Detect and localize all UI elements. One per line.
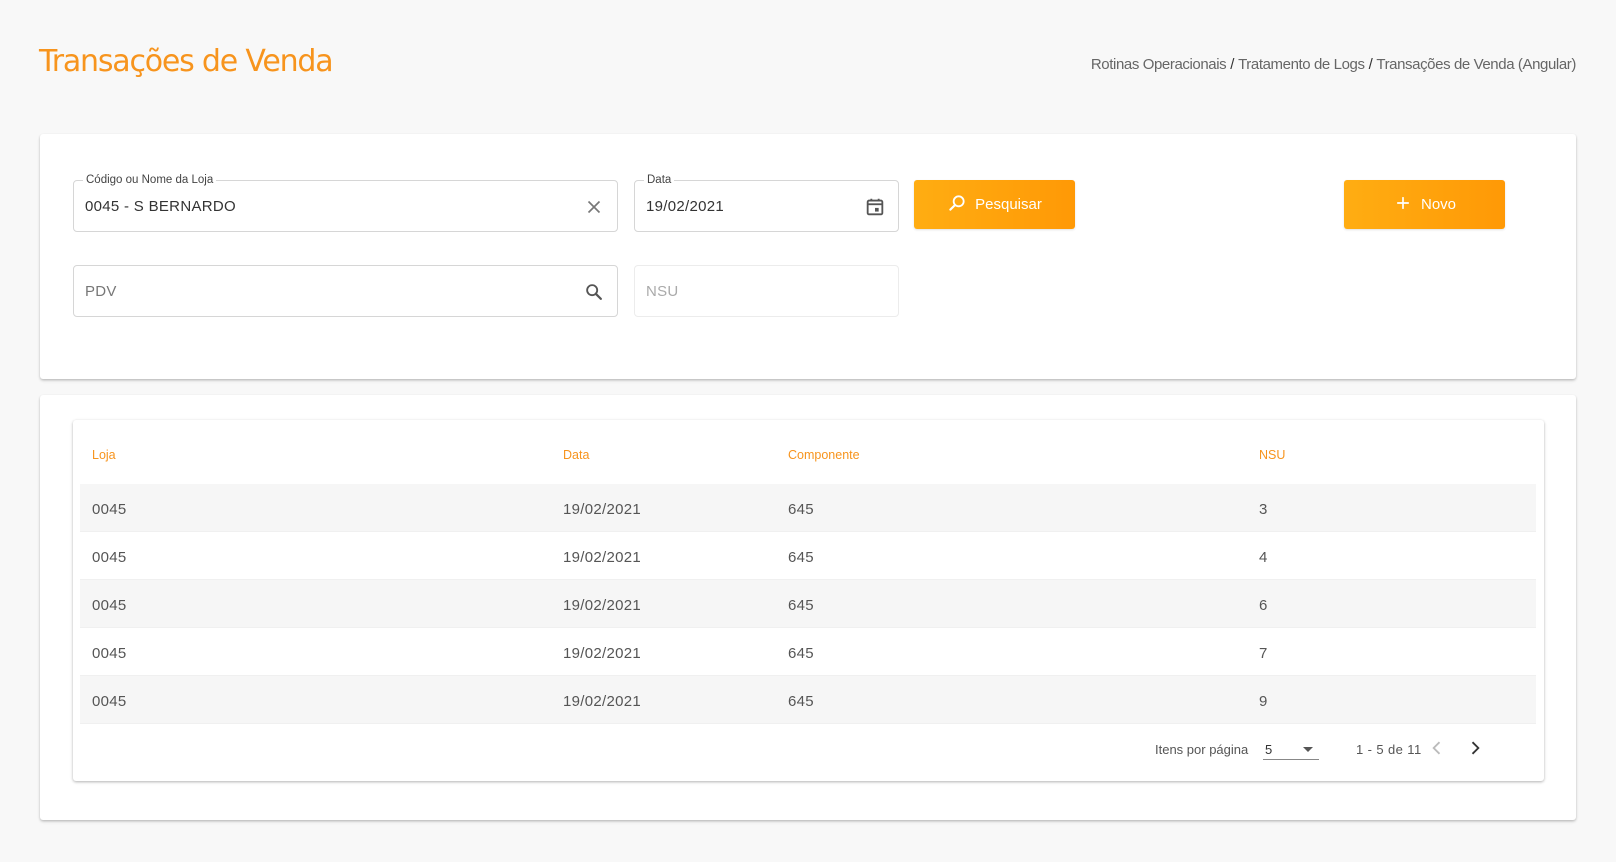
cell-data: 19/02/2021 (563, 645, 642, 662)
cell-loja: 0045 (92, 549, 127, 566)
items-per-page-select[interactable]: 5 (1263, 736, 1319, 760)
paginator: Itens por página 5 1 - 5 de 11 (73, 724, 1544, 772)
chevron-left-icon (1432, 741, 1441, 755)
table-row[interactable]: 0045 19/02/2021 645 4 (80, 532, 1536, 580)
date-field-value[interactable]: 19/02/2021 (646, 198, 724, 215)
table-body: 0045 19/02/2021 645 3 0045 19/02/2021 64… (80, 484, 1536, 724)
cell-loja: 0045 (92, 597, 127, 614)
page-range-label: 1 - 5 de 11 (1356, 742, 1422, 757)
column-header-loja[interactable]: Loja (92, 448, 116, 462)
cell-data: 19/02/2021 (563, 549, 642, 566)
cell-nsu: 9 (1259, 693, 1268, 710)
new-button-label: Novo (1420, 196, 1457, 213)
cell-loja: 0045 (92, 645, 127, 662)
column-header-nsu[interactable]: NSU (1259, 448, 1285, 462)
store-field[interactable]: Código ou Nome da Loja 0045 - S BERNARDO (73, 173, 618, 232)
results-card: Loja Data Componente NSU 0045 19/02/2021… (40, 395, 1576, 820)
chevron-right-icon (1471, 741, 1480, 755)
cell-nsu: 3 (1259, 501, 1268, 518)
results-table: Loja Data Componente NSU 0045 19/02/2021… (73, 420, 1544, 781)
nsu-field-placeholder[interactable]: NSU (646, 283, 679, 300)
table-header: Loja Data Componente NSU (73, 420, 1544, 484)
cell-loja: 0045 (92, 501, 127, 518)
store-field-label: Código ou Nome da Loja (83, 173, 217, 187)
cell-nsu: 7 (1259, 645, 1268, 662)
new-button[interactable]: Novo (1344, 180, 1505, 229)
breadcrumb-item-tratamento[interactable]: Tratamento de Logs (1238, 56, 1365, 73)
items-per-page-label: Itens por página (1155, 742, 1249, 757)
search-button-label: Pesquisar (975, 196, 1042, 213)
next-page-button[interactable] (1465, 738, 1485, 758)
cell-componente: 645 (788, 693, 814, 710)
pdv-field[interactable]: PDV (73, 265, 618, 317)
cell-nsu: 6 (1259, 597, 1268, 614)
breadcrumb: Rotinas Operacionais / Tratamento de Logs /… (1091, 56, 1577, 73)
filters-card: Código ou Nome da Loja 0045 - S BERNARDO… (40, 134, 1576, 379)
table-row[interactable]: 0045 19/02/2021 645 9 (80, 676, 1536, 724)
pdv-field-placeholder[interactable]: PDV (85, 283, 117, 300)
breadcrumb-item-current: Transações de Venda (Angular) (1376, 56, 1576, 73)
date-field-label: Data (644, 173, 675, 187)
cell-componente: 645 (788, 597, 814, 614)
cell-componente: 645 (788, 645, 814, 662)
caret-down-icon (1303, 747, 1313, 752)
cell-loja: 0045 (92, 693, 127, 710)
cell-data: 19/02/2021 (563, 693, 642, 710)
cell-data: 19/02/2021 (563, 501, 642, 518)
previous-page-button[interactable] (1427, 738, 1447, 758)
table-row[interactable]: 0045 19/02/2021 645 3 (80, 484, 1536, 532)
table-row[interactable]: 0045 19/02/2021 645 6 (80, 580, 1536, 628)
date-field[interactable]: Data 19/02/2021 (634, 173, 899, 232)
cell-nsu: 4 (1259, 549, 1268, 566)
page-title: Transações de Venda (39, 44, 334, 79)
breadcrumb-separator: / (1230, 56, 1235, 73)
magnifier-icon (947, 193, 967, 217)
cell-data: 19/02/2021 (563, 597, 642, 614)
close-icon[interactable] (583, 196, 605, 218)
calendar-icon[interactable] (864, 196, 886, 218)
table-row[interactable]: 0045 19/02/2021 645 7 (80, 628, 1536, 676)
plus-icon (1393, 193, 1413, 217)
column-header-data[interactable]: Data (563, 448, 589, 462)
cell-componente: 645 (788, 501, 814, 518)
breadcrumb-separator: / (1368, 56, 1373, 73)
breadcrumb-item-rotinas[interactable]: Rotinas Operacionais (1091, 56, 1227, 73)
items-per-page-value: 5 (1265, 742, 1273, 757)
column-header-componente[interactable]: Componente (788, 448, 860, 462)
store-field-value[interactable]: 0045 - S BERNARDO (85, 198, 236, 215)
cell-componente: 645 (788, 549, 814, 566)
search-icon[interactable] (583, 281, 605, 303)
search-button[interactable]: Pesquisar (914, 180, 1075, 229)
nsu-field[interactable]: NSU (634, 265, 899, 317)
